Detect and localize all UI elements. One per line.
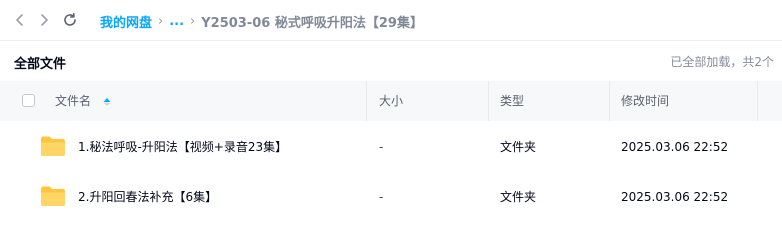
column-divider[interactable]	[609, 81, 610, 121]
file-list-toolbar: 全部文件 已全部加载，共2个	[0, 41, 782, 81]
refresh-button[interactable]	[60, 10, 80, 30]
select-all-checkbox[interactable]	[22, 94, 35, 107]
column-header-type[interactable]: 类型	[500, 81, 524, 121]
breadcrumb-current: Y2503-06 秘式呼吸升阳法【29集】	[201, 15, 423, 31]
breadcrumb-ellipsis[interactable]: ...	[169, 14, 184, 29]
refresh-icon	[64, 13, 76, 26]
column-divider[interactable]	[757, 81, 758, 121]
column-header-modified[interactable]: 修改时间	[621, 81, 669, 121]
column-divider[interactable]	[366, 81, 367, 121]
sort-ascending-icon[interactable]	[103, 97, 111, 107]
folder-icon	[41, 136, 65, 156]
table-row[interactable]: 1.秘法呼吸-升阳法【视频+录音23集】 - 文件夹 2025.03.06 22…	[0, 122, 782, 172]
table-row[interactable]: 2.升阳回春法补充【6集】 - 文件夹 2025.03.06 22:52	[0, 172, 782, 222]
forward-button[interactable]	[34, 10, 54, 30]
breadcrumb-root[interactable]: 我的网盘	[100, 12, 152, 31]
folder-icon	[41, 186, 65, 206]
file-size: -	[379, 190, 384, 204]
file-name[interactable]: 1.秘法呼吸-升阳法【视频+录音23集】	[78, 122, 287, 172]
column-header-name[interactable]: 文件名	[55, 81, 111, 121]
chevron-left-icon	[16, 14, 23, 26]
breadcrumb-separator-icon: ›	[190, 13, 196, 29]
breadcrumb-separator-icon: ›	[158, 13, 164, 29]
breadcrumb: 我的网盘 › ... › Y2503-06 秘式呼吸升阳法【29集】	[100, 11, 423, 31]
chevron-right-icon	[41, 14, 48, 26]
table-header: 文件名 大小 类型 修改时间	[0, 81, 782, 121]
file-type: 文件夹	[500, 190, 537, 204]
file-type: 文件夹	[500, 140, 537, 154]
navigation-bar: 我的网盘 › ... › Y2503-06 秘式呼吸升阳法【29集】	[0, 0, 782, 40]
column-header-size[interactable]: 大小	[379, 81, 403, 121]
column-divider[interactable]	[488, 81, 489, 121]
file-size: -	[379, 140, 384, 154]
load-status: 已全部加载，共2个	[670, 55, 774, 69]
file-modified: 2025.03.06 22:52	[621, 140, 729, 154]
page-title: 全部文件	[14, 57, 67, 72]
back-button[interactable]	[10, 10, 30, 30]
file-modified: 2025.03.06 22:52	[621, 190, 729, 204]
file-name[interactable]: 2.升阳回春法补充【6集】	[78, 172, 217, 222]
column-name-label: 文件名	[55, 94, 92, 108]
